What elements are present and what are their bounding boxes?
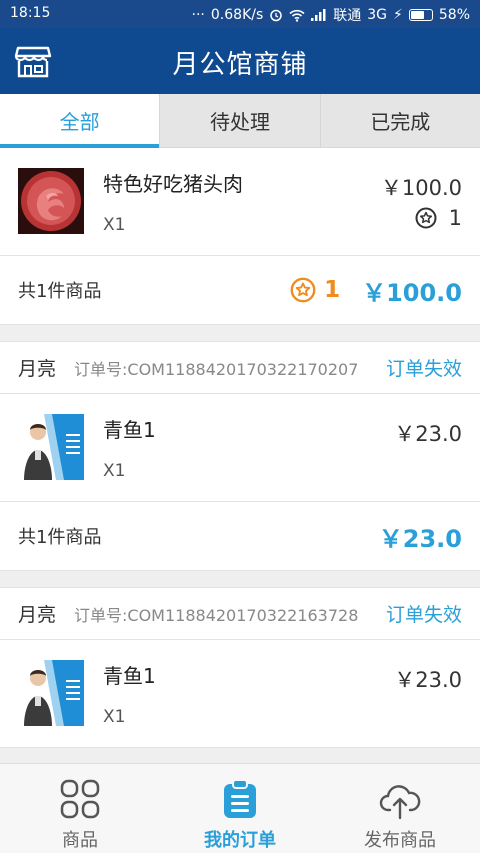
points-value: 1 xyxy=(448,206,462,230)
order-summary: 共1件商品 ￥23.0 xyxy=(0,502,480,570)
charging-icon: ⚡ xyxy=(393,7,403,23)
product-name: 特色好吃猪头肉 xyxy=(103,172,243,196)
order-tabs: 全部 待处理 已完成 xyxy=(0,94,480,148)
shop-name: 月亮 xyxy=(18,604,57,626)
tab-completed[interactable]: 已完成 xyxy=(319,94,480,147)
status-time: 18:15 xyxy=(10,5,51,21)
clipboard-icon xyxy=(224,779,256,818)
order-status: 订单失效 xyxy=(385,604,462,626)
order-card: 特色好吃猪头肉 X1 ￥100.0 1 共1件商品 1 ￥100.0 xyxy=(0,148,480,324)
network-type: 3G xyxy=(367,7,388,23)
product-quantity: X1 xyxy=(103,215,126,235)
wifi-icon xyxy=(289,9,305,22)
product-name: 青鱼1 xyxy=(103,418,156,442)
order-card: 月亮 订单号:COM1188420170322170207 订单失效 青鱼1 X… xyxy=(0,342,480,570)
order-total: ￥100.0 xyxy=(362,278,462,307)
alarm-icon xyxy=(270,9,283,22)
order-status: 订单失效 xyxy=(385,358,462,380)
battery-icon xyxy=(408,9,433,21)
product-quantity: X1 xyxy=(103,707,126,727)
nav-label: 商品 xyxy=(62,830,98,851)
status-indicators: ··· 0.68K/s 联通 3G ⚡ 58% xyxy=(192,5,470,25)
product-image-poster xyxy=(18,660,84,726)
order-item[interactable]: 特色好吃猪头肉 X1 ￥100.0 1 xyxy=(0,148,480,256)
summary-points: 1 xyxy=(290,277,340,303)
order-summary: 共1件商品 1 ￥100.0 xyxy=(0,256,480,324)
nav-products[interactable]: 商品 xyxy=(0,764,160,853)
star-badge-icon xyxy=(415,207,437,229)
product-price: ￥23.0 xyxy=(394,668,462,692)
network-speed: 0.68K/s xyxy=(210,7,264,23)
item-count: 共1件商品 xyxy=(18,527,102,548)
order-card: 月亮 订单号:COM1188420170322163728 订单失效 青鱼1 X… xyxy=(0,588,480,748)
nav-publish-product[interactable]: 发布商品 xyxy=(320,764,480,853)
order-item[interactable]: 青鱼1 X1 ￥23.0 xyxy=(0,394,480,502)
divider xyxy=(0,324,480,342)
notification-dots-icon: ··· xyxy=(191,7,205,23)
tab-all[interactable]: 全部 xyxy=(0,94,160,148)
product-image-rose xyxy=(18,168,84,234)
product-quantity: X1 xyxy=(103,461,126,481)
tab-pending[interactable]: 待处理 xyxy=(159,94,319,147)
item-count: 共1件商品 xyxy=(18,281,102,302)
grid-icon xyxy=(60,779,100,819)
battery-percent: 58% xyxy=(438,7,470,23)
app-bar: 月公馆商铺 xyxy=(0,28,480,94)
product-price: ￥23.0 xyxy=(394,422,462,446)
product-points: 1 xyxy=(415,206,462,230)
order-header: 月亮 订单号:COM1188420170322170207 订单失效 xyxy=(0,342,480,394)
carrier-label: 联通 xyxy=(333,8,362,24)
shop-name: 月亮 xyxy=(18,358,57,380)
signal-icon xyxy=(311,9,326,21)
divider xyxy=(0,570,480,588)
cloud-upload-icon xyxy=(379,785,421,820)
star-badge-icon xyxy=(290,277,316,303)
order-number: 订单号:COM1188420170322170207 xyxy=(74,359,359,379)
product-price: ￥100.0 xyxy=(380,176,462,200)
order-item[interactable]: 青鱼1 X1 ￥23.0 xyxy=(0,640,480,748)
order-total: ￥23.0 xyxy=(378,524,462,553)
order-number: 订单号:COM1188420170322163728 xyxy=(74,605,359,625)
bottom-nav: 商品 我的订单 发布商品 xyxy=(0,763,480,853)
summary-points-value: 1 xyxy=(324,277,341,303)
product-name: 青鱼1 xyxy=(103,664,156,688)
order-header: 月亮 订单号:COM1188420170322163728 订单失效 xyxy=(0,588,480,640)
nav-label: 我的订单 xyxy=(204,830,276,851)
nav-my-orders[interactable]: 我的订单 xyxy=(160,764,320,853)
status-bar: 18:15 ··· 0.68K/s 联通 3G ⚡ 58% xyxy=(0,0,480,28)
page-title: 月公馆商铺 xyxy=(172,50,308,80)
order-list[interactable]: 特色好吃猪头肉 X1 ￥100.0 1 共1件商品 1 ￥100.0 月亮 订单… xyxy=(0,148,480,763)
product-image-poster xyxy=(18,414,84,480)
nav-label: 发布商品 xyxy=(364,830,436,851)
